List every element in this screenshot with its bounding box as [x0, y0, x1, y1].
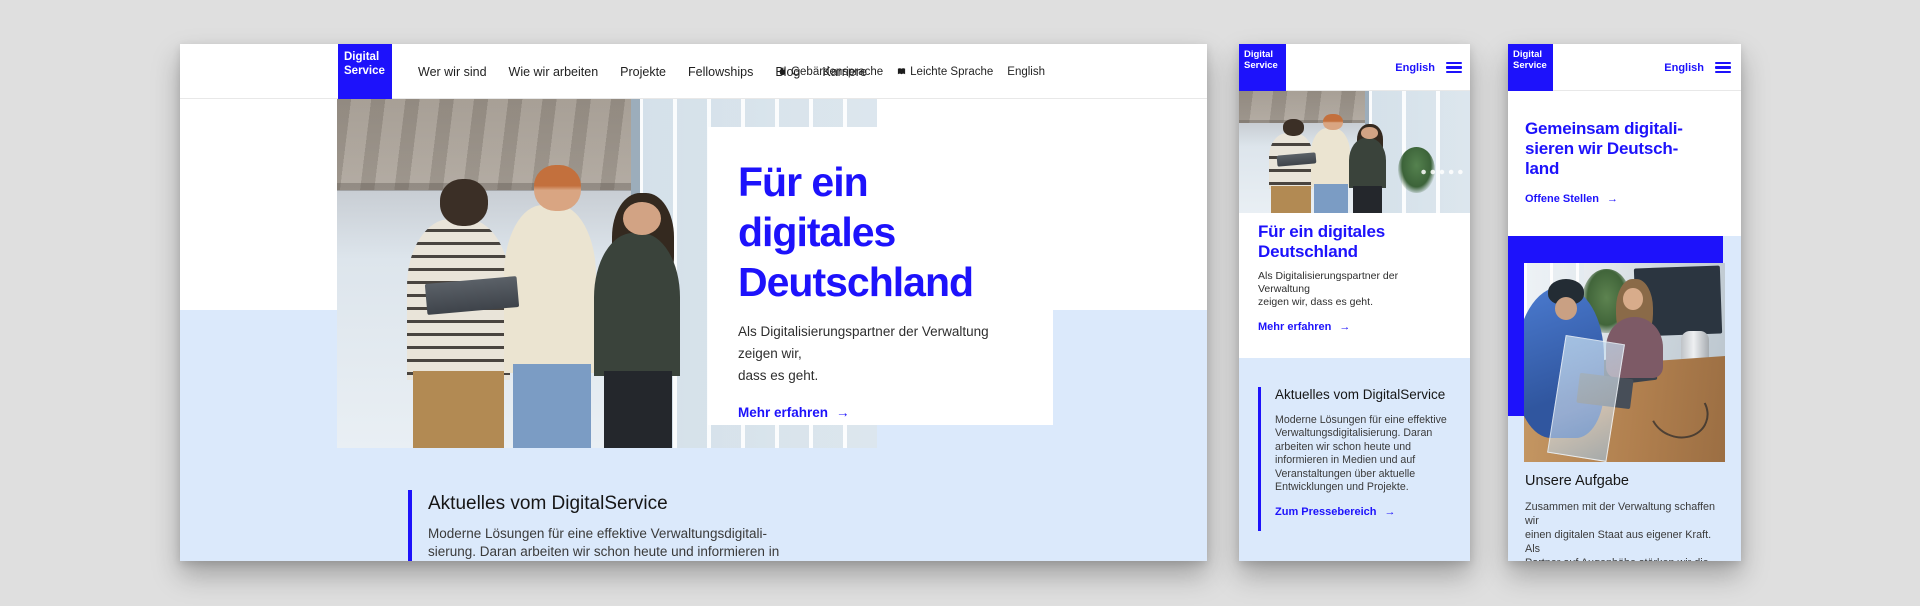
digitalservice-logo[interactable]: Digital Service — [338, 44, 392, 99]
photo-person — [1323, 114, 1343, 130]
hamburger-menu-icon[interactable] — [1715, 62, 1731, 73]
sign-language-link[interactable]: Gebärdensprache — [778, 66, 883, 78]
mobile-viewport-card: Digital Service English Gemeinsam digita… — [1508, 44, 1741, 561]
hero-title: Gemeinsam digitali-sieren wir Deutsch-la… — [1525, 119, 1725, 179]
desktop-viewport-card: Digital Service Wer wir sind Wie wir arb… — [180, 44, 1207, 561]
mission-heading: Unsere Aufgabe — [1525, 472, 1725, 491]
hero-body: Als Digitalisierungspartner der Verwaltu… — [1258, 270, 1452, 308]
nav-item-projekte[interactable]: Projekte — [620, 65, 666, 79]
language-switch[interactable]: English — [1664, 62, 1704, 74]
digitalservice-logo[interactable]: Digital Service — [1508, 44, 1553, 91]
site-header: Digital Service English — [1508, 44, 1741, 91]
sign-language-icon — [778, 67, 787, 76]
sign-language-label: Gebärdensprache — [791, 66, 883, 78]
hero-title: Für ein digitalesDeutschland — [1258, 222, 1452, 261]
hero-team-photo — [1239, 91, 1470, 213]
arrow-right-icon: → — [1607, 193, 1618, 205]
logo-line-1: Digital — [344, 51, 386, 65]
zum-pressebereich-link[interactable]: Zum Pressebereich → — [1275, 506, 1396, 518]
tablet-viewport-card: Digital Service English Für ein digitale… — [1239, 44, 1470, 561]
nav-item-wie-wir-arbeiten[interactable]: Wie wir arbeiten — [509, 65, 599, 79]
photo-person — [623, 202, 661, 235]
mission-section: Unsere Aufgabe Zusammen mit der Verwaltu… — [1525, 472, 1725, 561]
arrow-right-icon: → — [1339, 321, 1350, 333]
photo-person — [440, 179, 489, 226]
arrow-right-icon: → — [836, 405, 850, 420]
language-switch[interactable]: English — [1395, 62, 1435, 74]
site-header: Digital Service Wer wir sind Wie wir arb… — [180, 44, 1207, 99]
mehr-erfahren-link[interactable]: Mehr erfahren → — [1258, 321, 1350, 333]
blue-accent-bar — [408, 490, 412, 561]
language-label: English — [1007, 66, 1045, 78]
news-heading: Aktuelles vom DigitalService — [428, 492, 794, 516]
photo-person — [1361, 127, 1377, 139]
hamburger-menu-icon[interactable] — [1446, 62, 1462, 73]
header-meta-links: English — [1395, 44, 1462, 91]
hero-body: Als Digitalisierungspartner der Verwaltu… — [738, 321, 1023, 387]
news-section: Aktuelles vom DigitalService Moderne Lös… — [408, 490, 794, 561]
hero-text-section: Gemeinsam digitali-sieren wir Deutsch-la… — [1508, 91, 1741, 236]
mehr-erfahren-link[interactable]: Mehr erfahren → — [738, 405, 850, 420]
header-meta-links: Gebärdensprache Leichte Sprache English — [778, 44, 1045, 99]
nav-item-fellowships[interactable]: Fellowships — [688, 65, 753, 79]
language-switch[interactable]: English — [1007, 66, 1045, 78]
photo-glass-dots — [1419, 169, 1465, 175]
news-body: Moderne Lösungen für eine effektiveVerwa… — [1275, 414, 1447, 494]
logo-line-2: Service — [344, 65, 386, 79]
news-body: Moderne Lösungen für eine effektive Verw… — [428, 525, 794, 561]
hero-text-card: Für eindigitalesDeutschland Als Digitali… — [708, 127, 1053, 425]
nav-item-wer-wir-sind[interactable]: Wer wir sind — [418, 65, 487, 79]
header-meta-links: English — [1664, 44, 1731, 91]
site-header: Digital Service English — [1239, 44, 1470, 91]
mission-body: Zusammen mit der Verwaltung schaffen wir… — [1525, 500, 1725, 561]
photo-person — [1623, 288, 1642, 310]
arrow-right-icon: → — [1385, 506, 1396, 518]
photo-person — [534, 165, 580, 210]
offene-stellen-link[interactable]: Offene Stellen → — [1525, 193, 1618, 205]
photo-person — [1555, 297, 1577, 320]
easy-language-icon — [897, 67, 906, 76]
hero-title: Für eindigitalesDeutschland — [738, 157, 1023, 307]
blue-accent-bar — [1258, 387, 1261, 531]
easy-language-link[interactable]: Leichte Sprache — [897, 66, 993, 78]
news-section: Aktuelles vom DigitalService Moderne Lös… — [1258, 387, 1447, 531]
news-heading: Aktuelles vom DigitalService — [1275, 387, 1447, 403]
photo-person — [1283, 119, 1304, 135]
mission-desk-photo — [1524, 263, 1725, 462]
digitalservice-logo[interactable]: Digital Service — [1239, 44, 1286, 91]
easy-language-label: Leichte Sprache — [910, 66, 993, 78]
hero-text-section: Für ein digitalesDeutschland Als Digital… — [1239, 213, 1470, 358]
news-section-background: Aktuelles vom DigitalService Moderne Lös… — [1239, 358, 1470, 561]
responsive-preview-canvas: Digital Service Wer wir sind Wie wir arb… — [0, 0, 1920, 606]
